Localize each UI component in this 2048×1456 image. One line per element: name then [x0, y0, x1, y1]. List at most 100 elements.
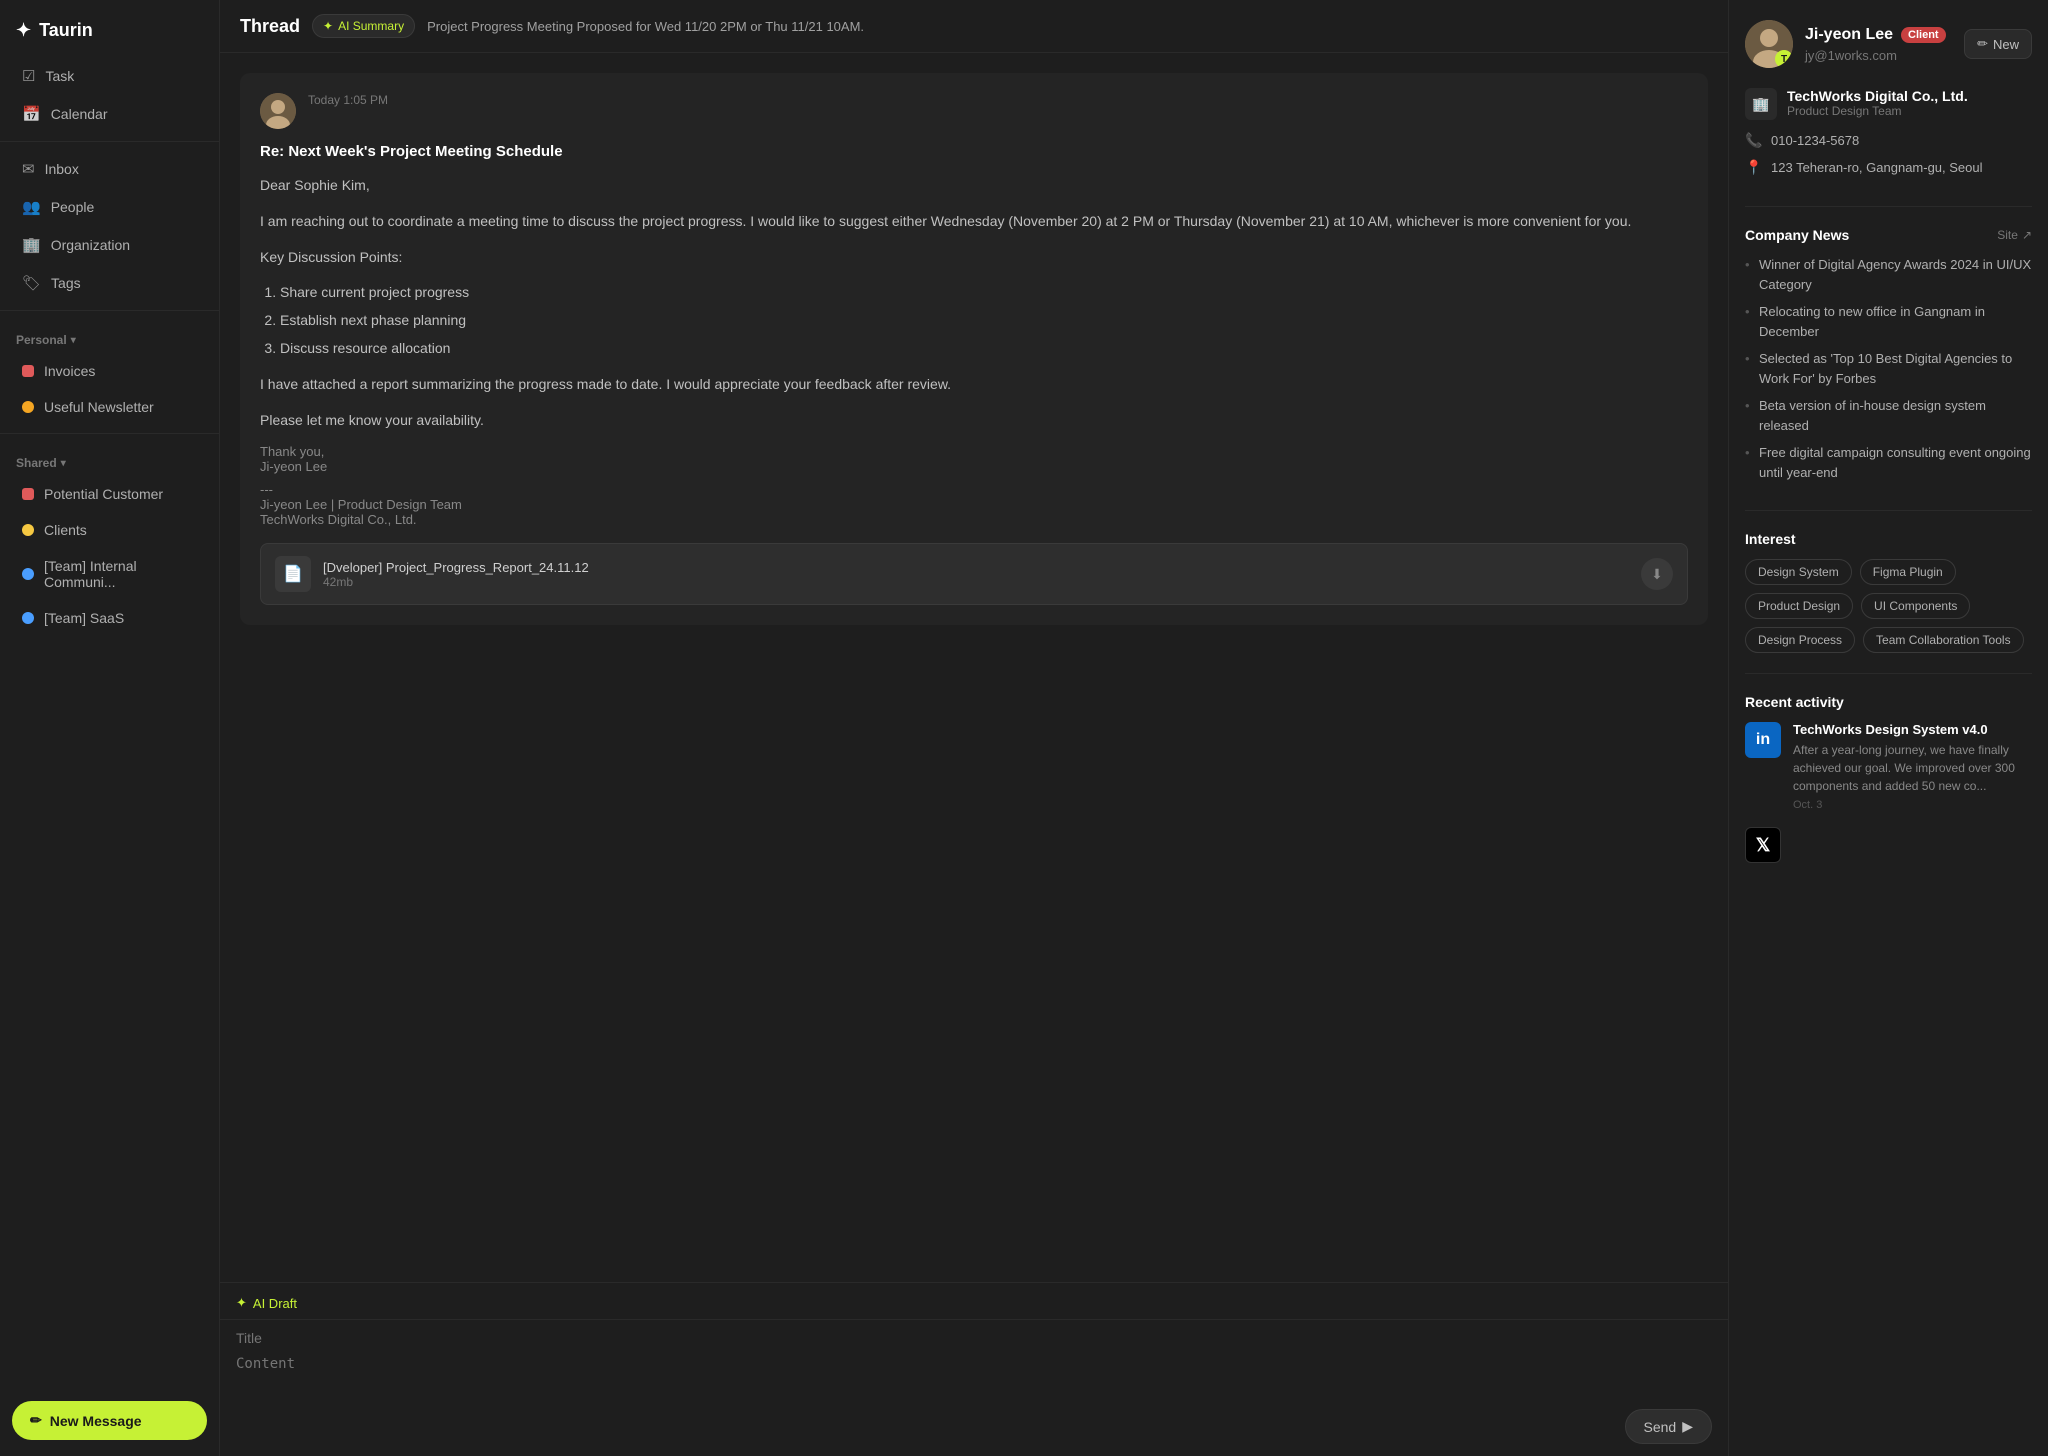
phone-icon: 📞	[1745, 132, 1761, 149]
sidebar-item-team-internal[interactable]: [Team] Internal Communi...	[6, 549, 213, 599]
attachment-size: 42mb	[323, 575, 1629, 589]
inbox-icon: ✉	[22, 160, 35, 178]
invoices-dot	[22, 365, 34, 377]
interest-tags: Design System Figma Plugin Product Desig…	[1745, 559, 2032, 653]
sidebar-item-calendar[interactable]: 📅 Calendar	[6, 96, 213, 132]
sidebar-item-label: Calendar	[51, 106, 108, 122]
email-timestamp: Today 1:05 PM	[308, 93, 388, 107]
client-badge: Client	[1901, 27, 1946, 43]
chevron-down-icon: ▾	[61, 458, 66, 469]
people-icon: 👥	[22, 198, 41, 216]
team-saas-dot	[22, 612, 34, 624]
company-section: 🏢 TechWorks Digital Co., Ltd. Product De…	[1745, 88, 2032, 207]
reply-box: ✦ AI Draft Send ▶	[220, 1282, 1728, 1456]
sidebar-item-tags[interactable]: 🏷 Tags	[6, 265, 213, 301]
recent-activity-header: Recent activity	[1745, 694, 2032, 710]
activity-item-twitter: 𝕏	[1745, 827, 2032, 863]
new-message-button[interactable]: ✏ New Message	[12, 1401, 207, 1440]
sidebar-item-potential-customer[interactable]: Potential Customer	[6, 477, 213, 511]
calendar-icon: 📅	[22, 105, 41, 123]
thread-summary-text: Project Progress Meeting Proposed for We…	[427, 19, 864, 34]
org-icon: 🏢	[22, 236, 41, 254]
list-item: Winner of Digital Agency Awards 2024 in …	[1745, 255, 2032, 294]
activity-date: Oct. 3	[1793, 799, 2032, 811]
sidebar-item-newsletter[interactable]: Useful Newsletter	[6, 390, 213, 424]
clients-dot	[22, 524, 34, 536]
company-news-section: Company News Site ↗ Winner of Digital Ag…	[1745, 227, 2032, 511]
email-signature: Thank you, Ji-yeon Lee --- Ji-yeon Lee |…	[260, 444, 1688, 527]
reply-footer: Send ▶	[220, 1401, 1728, 1456]
sidebar-item-label: Organization	[51, 237, 130, 253]
send-button[interactable]: Send ▶	[1625, 1409, 1712, 1444]
interest-tag: Design Process	[1745, 627, 1855, 653]
interest-tag: Team Collaboration Tools	[1863, 627, 2024, 653]
contact-name-row: Ji-yeon Lee Client	[1805, 26, 1946, 44]
email-body: Dear Sophie Kim, I am reaching out to co…	[260, 174, 1688, 432]
sidebar-item-task[interactable]: ☑ Task	[6, 58, 213, 94]
app-logo: ✦ Taurin	[0, 0, 219, 57]
attachment-card: 📄 [Dveloper] Project_Progress_Report_24.…	[260, 543, 1688, 605]
email-meta: Today 1:05 PM	[260, 93, 1688, 129]
sidebar-item-people[interactable]: 👥 People	[6, 189, 213, 225]
shared-section-label[interactable]: Shared ▾	[0, 442, 219, 476]
company-info-row: 🏢 TechWorks Digital Co., Ltd. Product De…	[1745, 88, 2032, 120]
interest-tag: UI Components	[1861, 593, 1970, 619]
attachment-info: [Dveloper] Project_Progress_Report_24.11…	[323, 560, 1629, 589]
attachment-download-button[interactable]: ⬇	[1641, 558, 1673, 590]
email-area: Today 1:05 PM Re: Next Week's Project Me…	[220, 53, 1728, 1282]
reply-title-input[interactable]	[220, 1320, 1728, 1352]
team-internal-dot	[22, 568, 34, 580]
company-dept: Product Design Team	[1787, 104, 1968, 118]
email-timestamp-area: Today 1:05 PM	[308, 93, 388, 111]
email-body-1: I am reaching out to coordinate a meetin…	[260, 210, 1688, 234]
sidebar-item-label: Tags	[51, 275, 81, 291]
interest-title: Interest	[1745, 531, 1796, 547]
personal-section-label[interactable]: Personal ▾	[0, 319, 219, 353]
sidebar-item-inbox[interactable]: ✉ Inbox	[6, 151, 213, 187]
sidebar-item-label: Task	[45, 68, 74, 84]
activity-item-linkedin: in TechWorks Design System v4.0 After a …	[1745, 722, 2032, 811]
email-card: Today 1:05 PM Re: Next Week's Project Me…	[240, 73, 1708, 625]
list-item: Free digital campaign consulting event o…	[1745, 443, 2032, 482]
interest-tag: Product Design	[1745, 593, 1853, 619]
email-body-2: I have attached a report summarizing the…	[260, 373, 1688, 397]
email-key-points-label: Key Discussion Points:	[260, 246, 1688, 270]
thread-title: Thread	[240, 16, 300, 37]
sidebar-item-team-saas[interactable]: [Team] SaaS	[6, 601, 213, 635]
location-icon: 📍	[1745, 159, 1761, 176]
sidebar-item-invoices[interactable]: Invoices	[6, 354, 213, 388]
tags-icon: 🏷	[22, 274, 41, 292]
recent-activity-title: Recent activity	[1745, 694, 1844, 710]
email-greeting: Dear Sophie Kim,	[260, 174, 1688, 198]
company-details: TechWorks Digital Co., Ltd. Product Desi…	[1787, 88, 1968, 118]
chevron-down-icon: ▾	[71, 335, 76, 346]
phone-row: 📞 010-1234-5678	[1745, 132, 2032, 149]
pencil-icon: ✏	[1977, 36, 1988, 52]
list-item: Selected as 'Top 10 Best Digital Agencie…	[1745, 349, 2032, 388]
site-link[interactable]: Site ↗	[1997, 228, 2032, 242]
newsletter-dot	[22, 401, 34, 413]
list-item: Relocating to new office in Gangnam in D…	[1745, 302, 2032, 341]
company-news-header: Company News Site ↗	[1745, 227, 2032, 243]
ai-star-icon: ✦	[323, 19, 333, 33]
main-content: Thread ✦ AI Summary Project Progress Mee…	[220, 0, 1728, 1456]
ai-draft-label: AI Draft	[253, 1296, 297, 1311]
phone-number: 010-1234-5678	[1771, 133, 1859, 148]
sidebar: ✦ Taurin ☑ Task 📅 Calendar ✉ Inbox 👥 Peo…	[0, 0, 220, 1456]
reply-content-input[interactable]	[220, 1352, 1728, 1398]
new-contact-button[interactable]: ✏ New	[1964, 29, 2032, 59]
send-label: Send	[1644, 1419, 1677, 1435]
email-body-3: Please let me know your availability.	[260, 409, 1688, 433]
logo-icon: ✦	[16, 20, 31, 41]
sidebar-item-clients[interactable]: Clients	[6, 513, 213, 547]
sidebar-item-organization[interactable]: 🏢 Organization	[6, 227, 213, 263]
ai-summary-badge[interactable]: ✦ AI Summary	[312, 14, 415, 38]
email-key-points-list: Share current project progress Establish…	[260, 281, 1688, 360]
avatar-badge: T	[1775, 50, 1793, 68]
contact-email: jy@1works.com	[1805, 48, 1946, 63]
ai-draft-header: ✦ AI Draft	[220, 1283, 1728, 1320]
avatar	[260, 93, 296, 129]
interest-header: Interest	[1745, 531, 2032, 547]
right-panel: T Ji-yeon Lee Client jy@1works.com ✏ New…	[1728, 0, 2048, 1456]
address-text: 123 Teheran-ro, Gangnam-gu, Seoul	[1771, 160, 1983, 175]
